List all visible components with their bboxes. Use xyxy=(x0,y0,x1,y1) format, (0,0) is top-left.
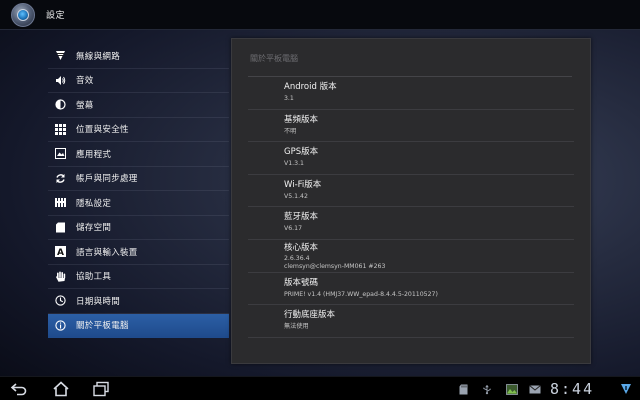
info-value: 無法使用 xyxy=(284,323,309,331)
app-title: 設定 xyxy=(46,11,66,21)
sidebar-item-label: 協助工具 xyxy=(76,272,112,283)
back-icon[interactable] xyxy=(10,381,28,397)
sidebar-item-label: 應用程式 xyxy=(76,149,112,160)
info-icon xyxy=(54,319,66,331)
clock-icon xyxy=(54,295,66,307)
home-icon[interactable] xyxy=(52,381,70,397)
system-bar: 8:44 xyxy=(0,376,640,400)
sidebar-item-language-input[interactable]: A 語言與輸入裝置 xyxy=(48,240,229,265)
info-value: 2.6.36.4 xyxy=(284,254,310,262)
info-value: clemsyn@clemsyn-MM061 #263 xyxy=(284,262,386,270)
storage-icon xyxy=(54,221,66,233)
signal-icon[interactable] xyxy=(620,383,632,395)
mail-icon[interactable] xyxy=(529,383,541,395)
info-title: 基頻版本 xyxy=(284,114,319,125)
speaker-icon xyxy=(54,74,66,86)
sidebar-item-label: 位置與安全性 xyxy=(76,125,129,136)
sidebar-item-label: 音效 xyxy=(76,76,94,87)
info-row-gps-version: GPS版本 V1.3.1 xyxy=(248,142,574,175)
settings-app-icon[interactable] xyxy=(11,3,35,27)
info-row-android-version: Android 版本 3.1 xyxy=(248,77,574,110)
info-title: 核心版本 xyxy=(284,242,319,253)
info-value: V5.1.42 xyxy=(284,192,308,200)
info-row-build-number: 版本號碼 PRIME! v1.4 (HMJ37.WW_epad-8.4.4.5-… xyxy=(248,273,574,306)
sidebar-item-wireless[interactable]: 無線與網路 xyxy=(48,44,229,69)
sidebar-item-accessibility[interactable]: 協助工具 xyxy=(48,265,229,289)
info-title: 藍牙版本 xyxy=(284,212,319,223)
sidebar-item-label: 語言與輸入裝置 xyxy=(76,247,138,258)
settings-sidebar: 無線與網路 音效 螢幕 位置與安全性 應用程式 帳戶與同步處理 隱私設定 儲存空… xyxy=(48,44,229,338)
sidebar-item-label: 儲存空間 xyxy=(76,223,112,234)
sd-card-icon[interactable] xyxy=(458,383,468,395)
applications-icon xyxy=(54,148,66,160)
brightness-icon xyxy=(54,99,66,111)
sidebar-item-label: 關於平板電腦 xyxy=(76,321,129,332)
sidebar-item-display[interactable]: 螢幕 xyxy=(48,93,229,118)
info-row-baseband-version: 基頻版本 不明 xyxy=(248,110,574,143)
status-clock[interactable]: 8:44 xyxy=(550,380,594,398)
info-title: Wi-Fi版本 xyxy=(284,179,322,190)
sidebar-item-date-time[interactable]: 日期與時間 xyxy=(48,289,229,314)
info-title: 版本號碼 xyxy=(284,277,319,288)
info-list: Android 版本 3.1 基頻版本 不明 GPS版本 V1.3.1 Wi-F… xyxy=(248,77,574,338)
sidebar-item-label: 螢幕 xyxy=(76,100,94,111)
sidebar-item-storage[interactable]: 儲存空間 xyxy=(48,216,229,240)
sidebar-item-about-tablet[interactable]: 關於平板電腦 xyxy=(48,313,229,338)
action-bar: 設定 xyxy=(0,0,640,30)
info-value: PRIME! v1.4 (HMJ37.WW_epad-8.4.4.5-20110… xyxy=(284,290,438,298)
location-grid-icon xyxy=(54,123,66,135)
info-value: V1.3.1 xyxy=(284,160,304,168)
sidebar-item-accounts-sync[interactable]: 帳戶與同步處理 xyxy=(48,167,229,191)
sidebar-item-label: 隱私設定 xyxy=(76,198,112,209)
panel-header: 關於平板電腦 xyxy=(250,54,298,63)
language-icon: A xyxy=(54,246,66,258)
info-row-wifi-version: Wi-Fi版本 V5.1.42 xyxy=(248,175,574,208)
info-row-bluetooth-version: 藍牙版本 V6.17 xyxy=(248,207,574,240)
sidebar-item-privacy[interactable]: 隱私設定 xyxy=(48,191,229,216)
info-value: V6.17 xyxy=(284,225,303,233)
sidebar-item-sound[interactable]: 音效 xyxy=(48,69,229,93)
info-title: Android 版本 xyxy=(284,82,337,92)
usb-debug-icon[interactable] xyxy=(482,383,492,395)
sidebar-item-label: 無線與網路 xyxy=(76,51,121,62)
svg-text:A: A xyxy=(57,248,64,257)
recent-apps-icon[interactable] xyxy=(92,381,110,397)
wifi-icon xyxy=(54,50,66,62)
sidebar-item-applications[interactable]: 應用程式 xyxy=(48,142,229,167)
sidebar-item-location-security[interactable]: 位置與安全性 xyxy=(48,118,229,142)
privacy-icon xyxy=(54,197,66,209)
info-title: 行動底座版本 xyxy=(284,310,336,321)
hand-icon xyxy=(54,270,66,282)
sidebar-item-label: 日期與時間 xyxy=(76,296,121,307)
sidebar-item-label: 帳戶與同步處理 xyxy=(76,174,138,185)
settings-app-icon-center xyxy=(17,9,29,21)
gallery-notification-icon[interactable] xyxy=(505,383,519,395)
info-row-dock-version: 行動底座版本 無法使用 xyxy=(248,305,574,338)
info-row-kernel-version: 核心版本 2.6.36.4 clemsyn@clemsyn-MM061 #263 xyxy=(248,240,574,273)
info-title: GPS版本 xyxy=(284,147,319,158)
info-value: 不明 xyxy=(284,127,297,135)
about-tablet-panel: 關於平板電腦 Android 版本 3.1 基頻版本 不明 GPS版本 V1.3… xyxy=(231,38,591,364)
info-value: 3.1 xyxy=(284,95,294,102)
sync-icon xyxy=(54,172,66,184)
